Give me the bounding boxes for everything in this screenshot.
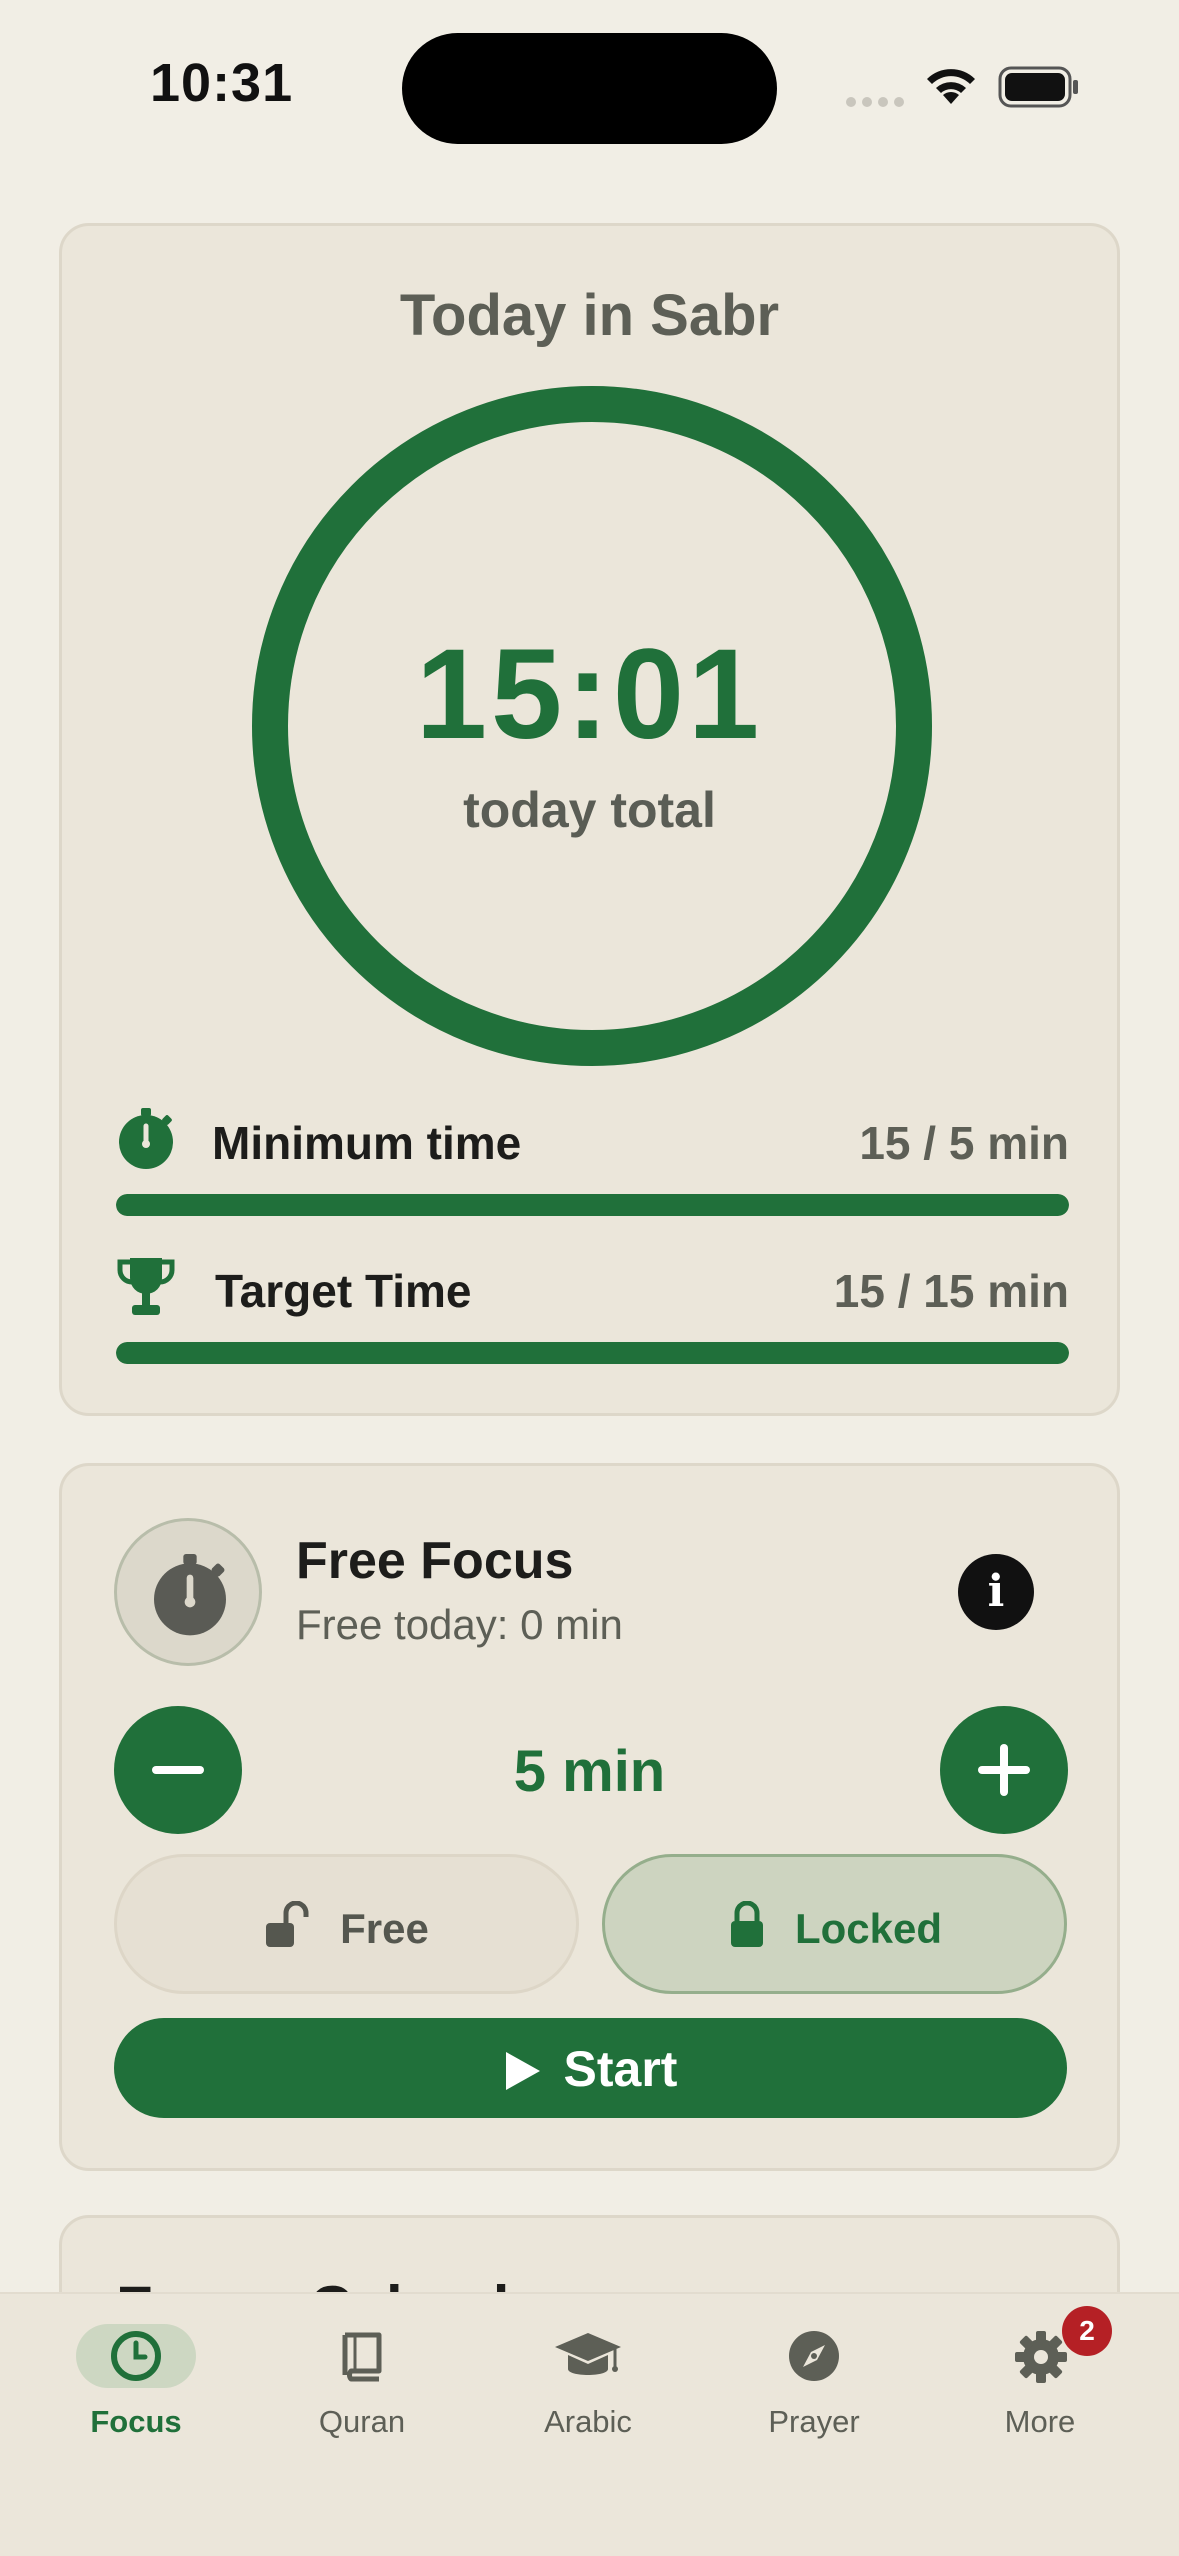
battery-icon <box>998 66 1078 108</box>
target-time-progress <box>116 1342 1069 1364</box>
info-button[interactable]: i <box>958 1554 1034 1630</box>
tab-more-label: More <box>1004 2404 1076 2439</box>
plus-icon <box>978 1744 1030 1796</box>
minimum-time-label: Minimum time <box>212 1117 522 1169</box>
tab-focus[interactable]: Focus <box>46 2324 226 2454</box>
free-mode-button[interactable]: Free <box>114 1854 579 1994</box>
graduation-cap-icon <box>555 2333 621 2375</box>
notification-badge: 2 <box>1062 2306 1112 2356</box>
locked-mode-button[interactable]: Locked <box>602 1854 1067 1994</box>
minimum-time-value: 15 / 5 min <box>859 1117 1069 1169</box>
tab-prayer[interactable]: Prayer <box>724 2324 904 2454</box>
free-focus-card: Free Focus Free today: 0 min i 5 min Fre… <box>59 1463 1120 2171</box>
minimum-time-row: Minimum time 15 / 5 min <box>116 1106 1069 1176</box>
tab-quran[interactable]: Quran <box>272 2324 452 2454</box>
stopwatch-icon <box>154 1554 226 1636</box>
lock-icon <box>730 1901 763 1947</box>
start-button[interactable]: Start <box>114 2018 1067 2118</box>
tab-more[interactable]: 2 More <box>950 2306 1130 2454</box>
start-label: Start <box>563 2041 678 2097</box>
today-summary-card: Today in Sabr 15:01 today total Minimum … <box>59 223 1120 1416</box>
clock-icon <box>111 2331 161 2381</box>
focus-title: Free Focus <box>296 1532 574 1590</box>
tab-bar: Focus Quran Arabic Prayer 2 More <box>0 2292 1179 2556</box>
trophy-icon <box>117 1258 175 1315</box>
today-total-time: 15:01 <box>415 623 764 766</box>
compass-icon <box>789 2331 839 2381</box>
minimum-time-progress-fill <box>116 1194 1069 1216</box>
tab-quran-label: Quran <box>318 2404 406 2439</box>
tab-prayer-label: Prayer <box>768 2404 860 2439</box>
dynamic-island <box>402 33 777 144</box>
target-time-label: Target Time <box>215 1265 472 1317</box>
book-icon <box>342 2332 382 2382</box>
target-time-progress-fill <box>116 1342 1069 1364</box>
tab-arabic[interactable]: Arabic <box>498 2324 678 2454</box>
target-time-value: 15 / 15 min <box>833 1265 1069 1317</box>
focus-subtitle: Free today: 0 min <box>296 1601 623 1648</box>
stopwatch-icon <box>119 1108 173 1169</box>
focus-avatar <box>114 1518 262 1666</box>
gear-icon <box>1015 2331 1067 2383</box>
play-icon <box>505 2052 540 2090</box>
status-bar: 10:31 <box>0 0 1179 180</box>
today-title: Today in Sabr <box>399 283 780 348</box>
free-mode-label: Free <box>340 1905 429 1952</box>
status-time: 10:31 <box>150 53 294 113</box>
target-time-row: Target Time 15 / 15 min <box>116 1254 1069 1324</box>
cellular-signal-icon <box>846 97 904 107</box>
locked-mode-label: Locked <box>794 1905 943 1952</box>
increase-duration-button[interactable] <box>940 1706 1068 1834</box>
tab-focus-label: Focus <box>90 2404 182 2439</box>
minimum-time-progress <box>116 1194 1069 1216</box>
info-icon: i <box>987 1566 1005 1617</box>
wifi-icon <box>927 69 975 104</box>
today-total-label: today total <box>463 782 716 838</box>
unlocked-icon <box>266 1901 309 1947</box>
tab-arabic-label: Arabic <box>544 2404 632 2439</box>
